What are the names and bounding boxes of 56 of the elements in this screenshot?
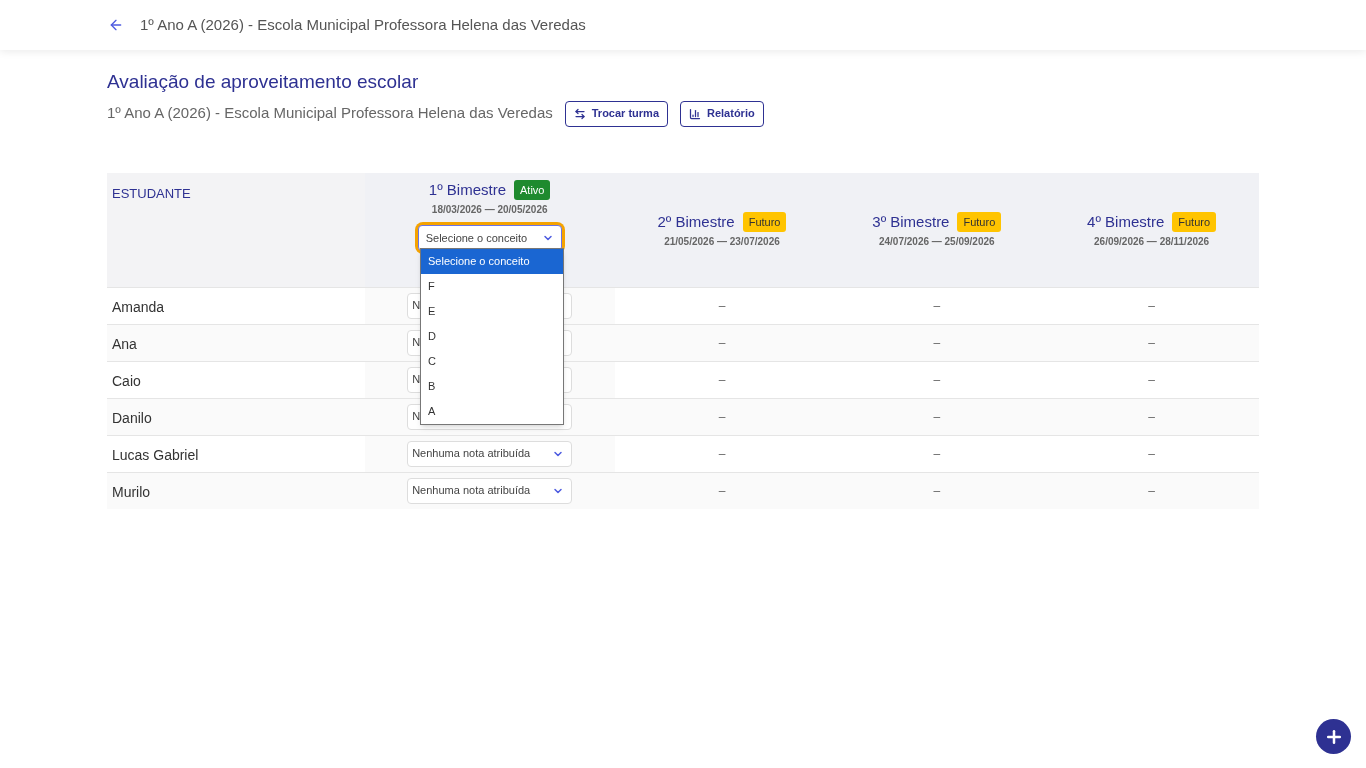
student-name: Amanda	[112, 298, 165, 315]
student-name: Murilo	[112, 483, 151, 500]
student-name: Danilo	[112, 409, 152, 426]
status-badge: Futuro	[1172, 211, 1217, 232]
period-name: 4º Bimestre	[1087, 211, 1165, 232]
empty-grade: –	[718, 334, 726, 352]
dropdown-option[interactable]: A	[421, 398, 563, 424]
grade-select[interactable]: Selecione o conceito	[417, 225, 562, 251]
period-dates: 21/05/2026 — 23/07/2026	[664, 235, 780, 249]
empty-grade: –	[1148, 445, 1155, 463]
class-title: 1º Ano A (2026) - Escola Municipal Professora Helena das Veredas	[140, 14, 586, 35]
status-badge: Ativo	[514, 179, 551, 200]
dropdown-option[interactable]: D	[421, 323, 563, 349]
period-name: 2º Bimestre	[657, 211, 735, 232]
dropdown-option[interactable]: Selecione o conceito	[421, 248, 563, 274]
empty-grade: –	[933, 408, 941, 426]
dropdown-option[interactable]: C	[421, 348, 563, 374]
empty-grade: –	[933, 445, 941, 463]
student-name: Lucas Gabriel	[112, 446, 199, 463]
toolbar-button[interactable]: Trocar turma	[564, 100, 668, 127]
dropdown-option[interactable]: E	[421, 298, 563, 324]
empty-grade: –	[718, 371, 726, 389]
empty-grade: –	[718, 297, 726, 315]
period-name: 1º Bimestre	[428, 179, 506, 200]
empty-grade: –	[933, 371, 941, 389]
period-dates: 24/07/2026 — 25/09/2026	[878, 235, 995, 249]
column-header: ESTUDANTE	[112, 185, 191, 201]
period-dates: 18/03/2026 — 20/05/2026	[431, 203, 548, 217]
status-badge: Futuro	[957, 211, 1002, 232]
student-name: Caio	[112, 372, 141, 389]
dropdown-option[interactable]: B	[421, 373, 563, 399]
class-subtitle: 1º Ano A (2026) - Escola Municipal Professora Helena das Veredas	[107, 103, 553, 124]
empty-grade: –	[933, 297, 941, 315]
chart-icon	[689, 107, 701, 120]
grade-select[interactable]: Nenhuma nota atribuída	[407, 440, 573, 467]
toolbar-button[interactable]: Relatório	[680, 100, 764, 127]
empty-grade: –	[718, 482, 726, 500]
empty-grade: –	[1148, 482, 1155, 500]
empty-grade: –	[1148, 297, 1155, 315]
empty-grade: –	[1148, 371, 1155, 389]
period-name: 3º Bimestre	[872, 211, 950, 232]
dropdown-option[interactable]: F	[421, 273, 563, 299]
empty-grade: –	[718, 445, 726, 463]
page-title: Avaliação de aproveitamento escolar	[107, 70, 420, 94]
status-badge: Futuro	[742, 211, 787, 232]
empty-grade: –	[1148, 408, 1155, 426]
swap-icon	[573, 107, 586, 120]
add-button[interactable]	[1316, 719, 1351, 754]
student-name: Ana	[112, 335, 137, 352]
empty-grade: –	[718, 408, 726, 426]
empty-grade: –	[1148, 334, 1155, 352]
empty-grade: –	[933, 334, 941, 352]
grade-select[interactable]: Nenhuma nota atribuída	[407, 477, 573, 504]
back-button[interactable]	[108, 17, 124, 33]
empty-grade: –	[933, 482, 941, 500]
period-dates: 26/09/2026 — 28/11/2026	[1094, 235, 1210, 249]
